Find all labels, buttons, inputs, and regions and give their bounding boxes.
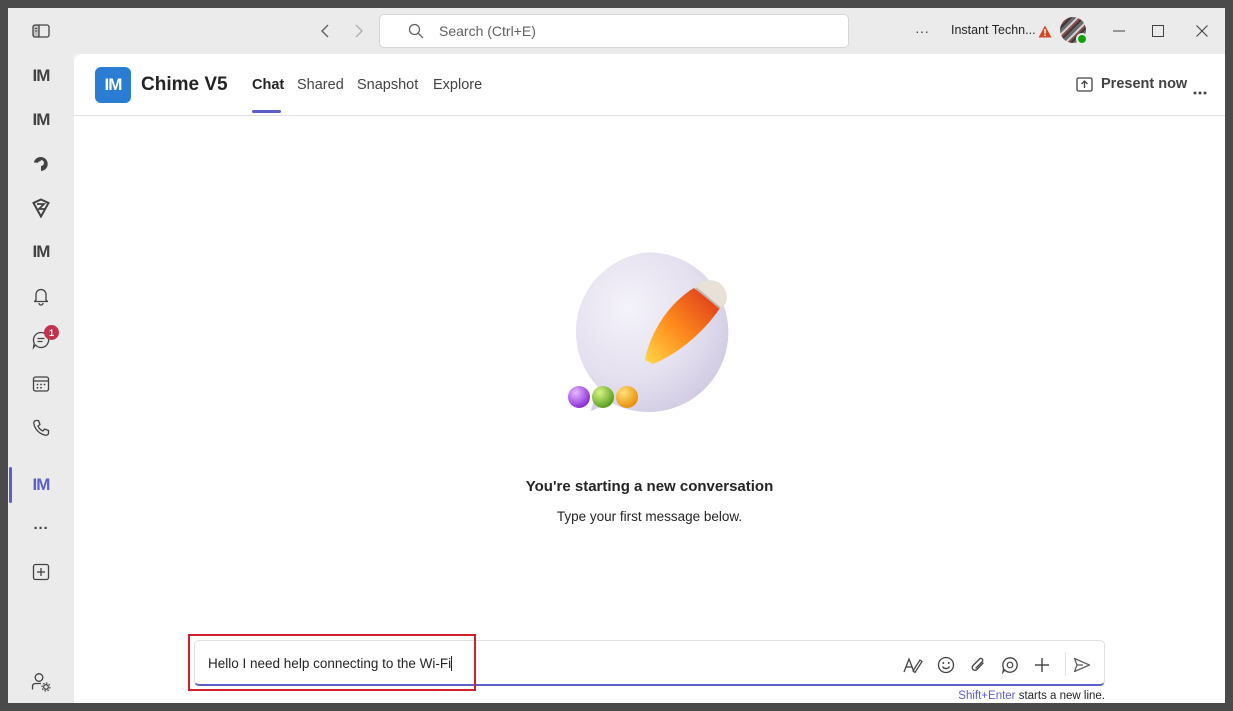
im-app-icon: IM (32, 475, 51, 494)
im-app-icon: IM (32, 242, 51, 261)
rail-app-im-2[interactable]: IM (8, 100, 74, 140)
plus-icon[interactable] (1032, 655, 1052, 675)
highlight-annotation (188, 634, 476, 691)
send-icon[interactable] (1072, 655, 1092, 675)
new-conversation-illustration (568, 252, 729, 412)
search-box[interactable] (379, 14, 849, 48)
rail-chat[interactable]: 1 (8, 320, 74, 360)
app-title: Chime V5 (141, 74, 228, 95)
rail-calls[interactable] (8, 408, 74, 448)
compose-hint: Shift+Enter starts a new line. (74, 690, 1105, 702)
tab-snapshot[interactable]: Snapshot (357, 77, 418, 93)
hint-shortcut: Shift+Enter (958, 690, 1016, 702)
more-options-icon[interactable] (1193, 82, 1207, 100)
warning-icon[interactable] (1037, 23, 1053, 39)
rail-activity[interactable] (8, 276, 74, 316)
search-input[interactable] (439, 23, 819, 39)
im-app-icon: IM (32, 66, 51, 85)
emoji-icon[interactable] (936, 655, 956, 675)
im-app-icon: IM (32, 110, 51, 129)
loop-app-icon (34, 157, 48, 171)
loop-component-icon[interactable] (1000, 655, 1020, 675)
sidebar-toggle-icon[interactable] (30, 22, 52, 40)
forward-icon[interactable] (348, 21, 370, 41)
rail-app-loop[interactable] (8, 144, 74, 184)
rail-add-app[interactable] (8, 552, 74, 592)
tab-shared[interactable]: Shared (297, 77, 344, 93)
rail-app-shield[interactable] (8, 188, 74, 228)
hint-text: starts a new line. (1015, 690, 1105, 702)
empty-state-title: You're starting a new conversation (525, 478, 774, 495)
org-name[interactable]: Instant Techn... (951, 23, 1036, 37)
phone-icon (33, 419, 50, 436)
presence-available-icon (1076, 33, 1088, 45)
present-now-label: Present now (1101, 76, 1188, 92)
compose-separator (1065, 652, 1066, 676)
rail-app-im-3[interactable]: IM (8, 232, 74, 272)
close-icon[interactable] (1192, 22, 1212, 40)
more-apps-icon: ··· (33, 519, 49, 537)
add-app-icon (32, 563, 50, 581)
active-tab-indicator (252, 110, 281, 113)
empty-state-subtitle: Type your first message below. (556, 509, 743, 524)
rail-app-im-1[interactable]: IM (8, 56, 74, 96)
app-rail: IM IM IM 1 IM ··· (8, 54, 74, 703)
tab-chat[interactable]: Chat (252, 77, 284, 93)
search-icon (408, 23, 424, 39)
more-options-icon[interactable]: ··· (910, 21, 934, 41)
share-screen-icon (1076, 76, 1093, 92)
rail-calendar[interactable] (8, 364, 74, 404)
attach-icon[interactable] (968, 655, 988, 675)
present-now-button[interactable]: Present now (1076, 76, 1187, 92)
app-logo: IM (95, 67, 131, 103)
minimize-icon[interactable] (1109, 22, 1129, 40)
app-window: ··· Instant Techn... IM IM IM (8, 8, 1225, 703)
app-header: IM Chime V5 Chat Shared Snapshot Explore… (74, 54, 1225, 116)
maximize-icon[interactable] (1148, 22, 1168, 40)
bell-icon (33, 288, 49, 306)
person-gear-icon (31, 673, 51, 692)
calendar-icon (32, 376, 50, 392)
format-icon[interactable] (903, 655, 923, 675)
title-bar: ··· Instant Techn... (8, 8, 1225, 54)
chat-unread-badge: 1 (44, 325, 59, 340)
main-panel: IM Chime V5 Chat Shared Snapshot Explore… (74, 54, 1225, 703)
rail-more-apps[interactable]: ··· (8, 508, 74, 548)
rail-invite-people[interactable] (8, 662, 74, 702)
tab-explore[interactable]: Explore (433, 77, 482, 93)
back-icon[interactable] (314, 21, 336, 41)
rail-app-im-active[interactable]: IM (8, 465, 74, 505)
shield-app-icon (32, 198, 50, 218)
